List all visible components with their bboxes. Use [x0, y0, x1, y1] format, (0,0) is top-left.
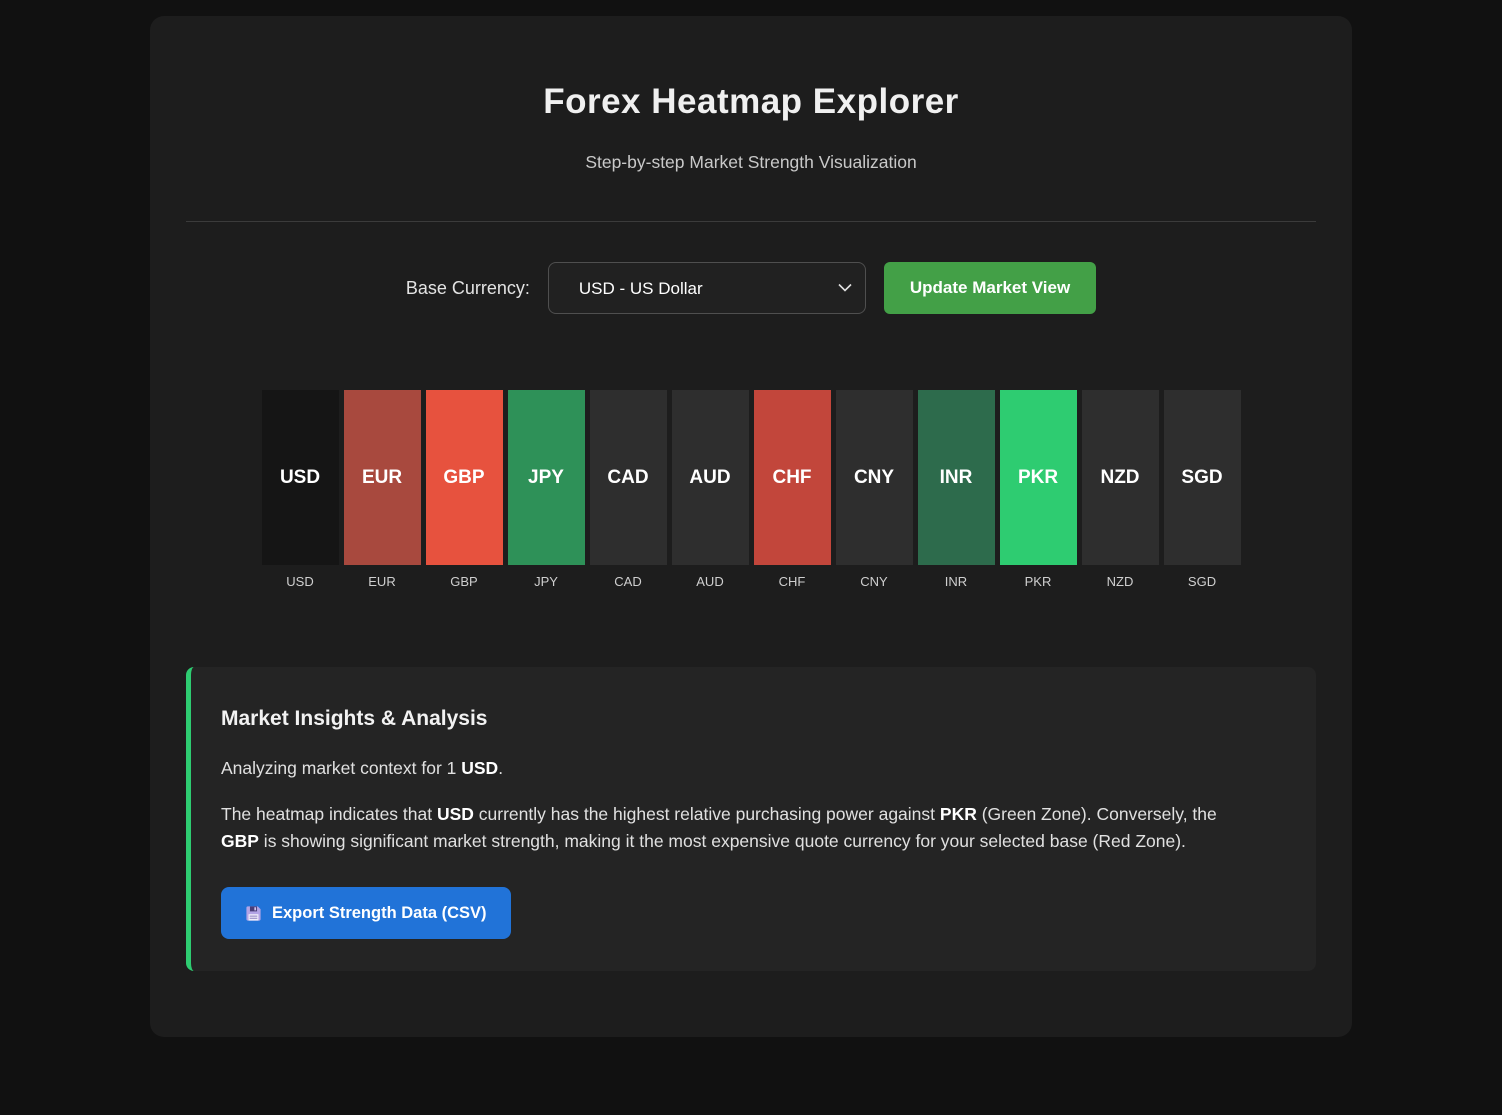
heatmap-caption-chf: CHF	[779, 574, 806, 589]
floppy-disk-icon	[245, 905, 262, 922]
heatmap-column-pkr: PKR PKR	[1000, 390, 1077, 589]
heatmap-column-chf: CHF CHF	[754, 390, 831, 589]
heatmap-column-cad: CAD CAD	[590, 390, 667, 589]
heatmap-caption-gbp: GBP	[450, 574, 477, 589]
heatmap-column-cny: CNY CNY	[836, 390, 913, 589]
heatmap-column-inr: INR INR	[918, 390, 995, 589]
heatmap-caption-usd: USD	[286, 574, 313, 589]
heatmap-column-usd: USD USD	[262, 390, 339, 589]
insights-panel: Market Insights & Analysis Analyzing mar…	[186, 667, 1316, 971]
insights-intro-text: Analyzing market context for 1 USD.	[221, 758, 1281, 779]
insights-heading: Market Insights & Analysis	[221, 707, 1281, 731]
heatmap-tile-jpy[interactable]: JPY	[508, 390, 585, 565]
heatmap-column-eur: EUR EUR	[344, 390, 421, 589]
heatmap-tile-cny[interactable]: CNY	[836, 390, 913, 565]
heatmap-caption-cad: CAD	[614, 574, 641, 589]
export-csv-label: Export Strength Data (CSV)	[272, 904, 487, 923]
heatmap-tile-gbp[interactable]: GBP	[426, 390, 503, 565]
page-title: Forex Heatmap Explorer	[186, 16, 1316, 122]
heatmap-column-aud: AUD AUD	[672, 390, 749, 589]
controls-row: Base Currency: USD - US Dollar Update Ma…	[186, 262, 1316, 314]
heatmap-caption-eur: EUR	[368, 574, 395, 589]
heatmap-column-jpy: JPY JPY	[508, 390, 585, 589]
page-subtitle: Step-by-step Market Strength Visualizati…	[186, 152, 1316, 173]
heatmap: USDUSDEUREURGBPGBPJPYJPYCADCADAUDAUDCHFC…	[186, 390, 1316, 589]
heatmap-caption-nzd: NZD	[1107, 574, 1134, 589]
heatmap-tile-aud[interactable]: AUD	[672, 390, 749, 565]
heatmap-column-nzd: NZD NZD	[1082, 390, 1159, 589]
heatmap-tile-eur[interactable]: EUR	[344, 390, 421, 565]
heatmap-caption-inr: INR	[945, 574, 967, 589]
export-csv-button[interactable]: Export Strength Data (CSV)	[221, 887, 511, 939]
heatmap-tile-inr[interactable]: INR	[918, 390, 995, 565]
app-card: Forex Heatmap Explorer Step-by-step Mark…	[150, 16, 1352, 1037]
heatmap-caption-pkr: PKR	[1025, 574, 1052, 589]
heatmap-tile-nzd[interactable]: NZD	[1082, 390, 1159, 565]
heatmap-caption-cny: CNY	[860, 574, 887, 589]
heatmap-tile-usd[interactable]: USD	[262, 390, 339, 565]
base-currency-select[interactable]: USD - US Dollar	[548, 262, 866, 314]
heatmap-tile-pkr[interactable]: PKR	[1000, 390, 1077, 565]
base-currency-select-wrap: USD - US Dollar	[548, 262, 866, 314]
update-market-view-button[interactable]: Update Market View	[884, 262, 1096, 314]
heatmap-tile-sgd[interactable]: SGD	[1164, 390, 1241, 565]
divider	[186, 221, 1316, 222]
heatmap-caption-aud: AUD	[696, 574, 723, 589]
heatmap-tile-chf[interactable]: CHF	[754, 390, 831, 565]
insights-analysis-text: The heatmap indicates that USD currently…	[221, 801, 1231, 855]
heatmap-column-sgd: SGD SGD	[1164, 390, 1241, 589]
heatmap-caption-jpy: JPY	[534, 574, 558, 589]
heatmap-column-gbp: GBP GBP	[426, 390, 503, 589]
heatmap-tile-cad[interactable]: CAD	[590, 390, 667, 565]
heatmap-caption-sgd: SGD	[1188, 574, 1216, 589]
base-currency-label: Base Currency:	[406, 278, 530, 299]
